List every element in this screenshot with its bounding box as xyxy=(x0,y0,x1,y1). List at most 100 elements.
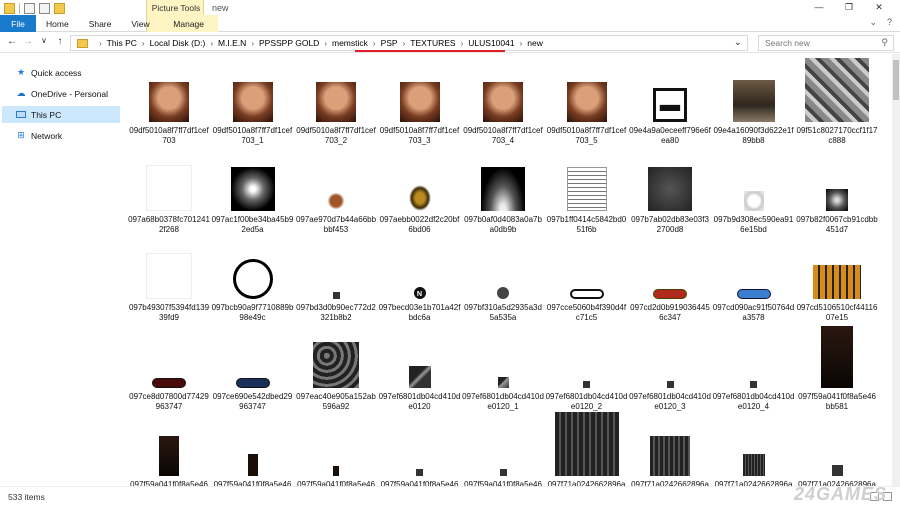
address-bar[interactable]: › This PC › Local Disk (D:) › M.I.E.N › … xyxy=(70,35,748,51)
image-thumbnail xyxy=(408,184,431,211)
image-thumbnail xyxy=(583,380,590,388)
chevron-right-icon[interactable]: › xyxy=(142,39,145,48)
thumbnail-frame xyxy=(295,320,377,390)
tab-share[interactable]: Share xyxy=(79,15,122,32)
star-icon: ★ xyxy=(16,67,26,77)
restore-icon[interactable]: ❐ xyxy=(834,0,864,14)
dropdown-chevron-icon[interactable]: ⌄ xyxy=(734,37,742,48)
tab-file[interactable]: File xyxy=(0,15,36,32)
up-arrow-icon[interactable]: ↑ xyxy=(54,36,66,47)
chevron-right-icon[interactable]: › xyxy=(251,39,254,48)
thumbnail-frame xyxy=(379,143,461,213)
chevron-right-icon[interactable]: › xyxy=(461,39,464,48)
breadcrumb-ulus10041[interactable]: ULUS10041 xyxy=(468,38,514,48)
thumbnail-frame xyxy=(546,54,628,124)
search-input[interactable] xyxy=(765,38,875,48)
thumbnail-frame xyxy=(629,408,711,478)
breadcrumb-textures[interactable]: TEXTURES xyxy=(410,38,455,48)
chevron-down-icon[interactable]: ⌄ xyxy=(869,17,877,28)
search-icon: ⚲ xyxy=(881,37,888,47)
image-thumbnail xyxy=(481,166,525,211)
breadcrumb-new[interactable]: new xyxy=(527,38,543,48)
thumbnail-frame xyxy=(212,54,294,124)
forward-arrow-icon[interactable]: → xyxy=(22,36,34,47)
scrollbar-thumb[interactable] xyxy=(893,60,899,100)
folder-icon xyxy=(4,3,15,14)
search-box[interactable]: ⚲ xyxy=(758,35,894,51)
sidebar-item-quick-access[interactable]: ★ Quick access xyxy=(2,64,120,81)
ribbon-tabs: File Home Share View Manage xyxy=(0,15,218,32)
vertical-scrollbar[interactable] xyxy=(892,54,900,486)
thumbnail-frame xyxy=(295,54,377,124)
thumbnail-frame xyxy=(796,320,878,390)
image-thumbnail xyxy=(732,80,775,122)
thumbnail-frame xyxy=(796,54,878,124)
thumbnail-frame xyxy=(713,54,795,124)
image-thumbnail xyxy=(332,292,340,299)
thumbnail-frame xyxy=(379,54,461,124)
sidebar-item-onedrive[interactable]: ☁ OneDrive - Personal xyxy=(2,85,120,102)
new-folder-icon[interactable] xyxy=(39,3,50,14)
folder-icon xyxy=(77,38,88,48)
image-thumbnail xyxy=(326,190,346,211)
image-thumbnail xyxy=(313,341,359,388)
thumbnail-frame xyxy=(295,408,377,478)
back-arrow-icon[interactable]: ← xyxy=(6,36,18,47)
thumbnail-frame xyxy=(462,320,544,390)
sidebar-item-label: Quick access xyxy=(31,67,82,78)
image-thumbnail xyxy=(497,287,509,299)
sidebar-item-network[interactable]: ⊞ Network xyxy=(2,127,120,144)
image-thumbnail xyxy=(235,377,270,388)
thumbnail-frame: ▬ xyxy=(629,54,711,124)
image-thumbnail xyxy=(666,380,674,388)
image-thumbnail xyxy=(742,454,765,476)
close-icon[interactable]: ✕ xyxy=(864,0,894,14)
context-tab-title: Picture Tools xyxy=(151,3,201,13)
help-icon[interactable]: ? xyxy=(887,17,892,28)
ribbon-right-controls: ⌄ ? xyxy=(869,17,892,28)
image-thumbnail xyxy=(826,188,848,211)
network-icon: ⊞ xyxy=(17,130,25,140)
tab-manage[interactable]: Manage xyxy=(159,15,218,32)
chevron-right-icon[interactable]: › xyxy=(324,39,327,48)
thumbnail-frame xyxy=(128,143,210,213)
properties-icon[interactable] xyxy=(24,3,35,14)
thumbnail-frame xyxy=(212,231,294,301)
chevron-right-icon[interactable]: › xyxy=(99,39,102,48)
breadcrumb-this-pc[interactable]: This PC xyxy=(107,38,137,48)
breadcrumb-memstick[interactable]: memstick xyxy=(332,38,368,48)
breadcrumb-local-disk[interactable]: Local Disk (D:) xyxy=(150,38,206,48)
recent-locations-icon[interactable]: ∨ xyxy=(38,36,50,45)
image-thumbnail xyxy=(736,289,771,299)
chevron-right-icon[interactable]: › xyxy=(403,39,406,48)
thumbnail-frame xyxy=(128,408,210,478)
sidebar-item-this-pc[interactable]: This PC xyxy=(2,106,120,123)
toolbar-divider xyxy=(19,3,20,14)
image-thumbnail xyxy=(554,412,619,476)
tab-view[interactable]: View xyxy=(121,15,159,32)
thumbnail-frame xyxy=(379,320,461,390)
chevron-right-icon[interactable]: › xyxy=(373,39,376,48)
thumbnail-frame xyxy=(462,54,544,124)
breadcrumb-mien[interactable]: M.I.E.N xyxy=(218,38,246,48)
thumbnail-frame xyxy=(462,143,544,213)
image-thumbnail xyxy=(813,265,861,299)
image-thumbnail xyxy=(399,82,440,122)
image-thumbnail xyxy=(333,466,339,476)
image-thumbnail xyxy=(499,469,507,476)
minimize-icon[interactable]: — xyxy=(804,0,834,14)
navigation-pane: ★ Quick access ☁ OneDrive - Personal Thi… xyxy=(0,54,122,486)
image-thumbnail xyxy=(232,259,273,299)
tab-home[interactable]: Home xyxy=(36,15,79,32)
thumbnail-frame xyxy=(629,320,711,390)
chevron-right-icon[interactable]: › xyxy=(210,39,213,48)
image-thumbnail xyxy=(743,190,764,211)
image-thumbnail xyxy=(416,469,423,476)
chevron-right-icon[interactable]: › xyxy=(520,39,523,48)
thumbnail-frame xyxy=(546,231,628,301)
image-thumbnail xyxy=(149,82,189,122)
cloud-icon: ☁ xyxy=(16,88,26,98)
breadcrumb-psp[interactable]: PSP xyxy=(381,38,398,48)
thumbnail-frame xyxy=(212,408,294,478)
breadcrumb-ppsspp-gold[interactable]: PPSSPP GOLD xyxy=(259,38,319,48)
